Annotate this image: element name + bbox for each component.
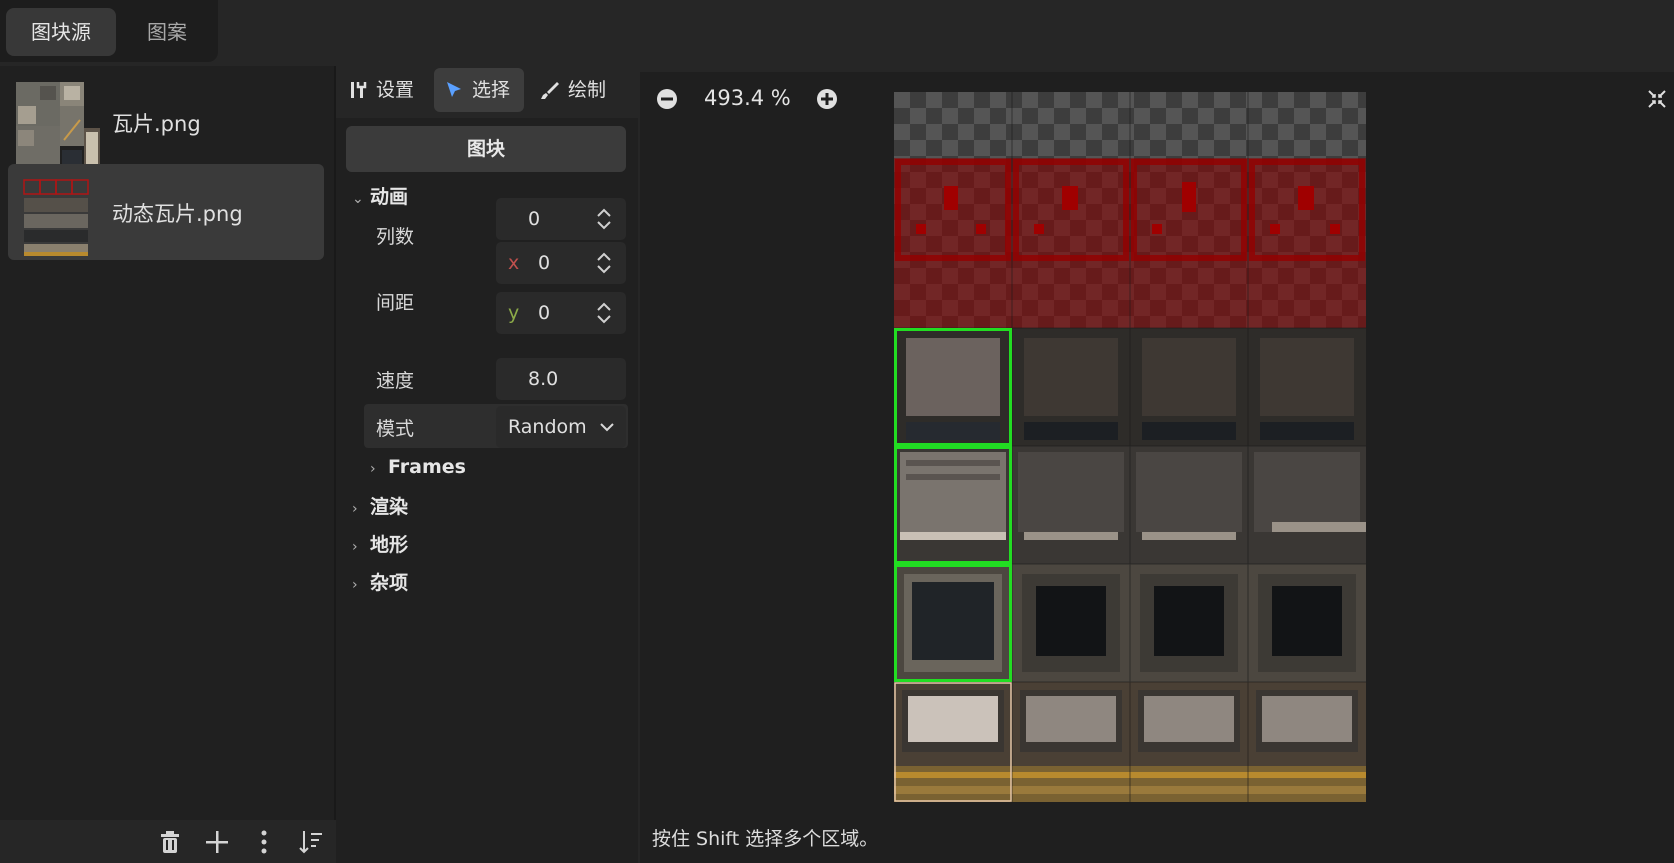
cursor-arrow-icon: [447, 82, 461, 97]
tab-tile-source[interactable]: 图块源: [6, 8, 116, 56]
spinner-arrows-icon[interactable]: [596, 208, 612, 230]
brush-icon: [541, 82, 559, 99]
columns-spinbox[interactable]: 0: [496, 198, 626, 240]
source-item-animated-tiles[interactable]: 动态瓦片.png: [8, 164, 324, 260]
tile-atlas-canvas[interactable]: 493.4 % 按住 Shift 选择多个区域。: [640, 72, 1674, 863]
setup-tool-button[interactable]: 设置: [346, 68, 422, 112]
spacing-y-value: 0: [538, 302, 551, 324]
tile-source-list: 瓦片.png 动态瓦片.png: [0, 66, 336, 820]
zoom-level: 493.4 %: [704, 86, 791, 110]
spacing-x-spinbox[interactable]: x 0: [496, 242, 626, 284]
animation-section-toggle[interactable]: ⌄ 动画: [352, 182, 408, 209]
tab-group: 图块源 图案: [0, 0, 218, 62]
zoom-in-icon[interactable]: [816, 88, 838, 110]
terrain-section-label: 地形: [370, 534, 409, 556]
setup-tool-label: 设置: [376, 79, 415, 101]
misc-section-label: 杂项: [370, 572, 409, 594]
tileset-image[interactable]: [894, 92, 1366, 802]
spacing-y-spinbox[interactable]: y 0: [496, 292, 626, 334]
axis-y-label: y: [508, 302, 520, 324]
chevron-right-icon: ›: [352, 577, 358, 593]
center-view-icon[interactable]: [1646, 88, 1668, 110]
zoom-out-icon[interactable]: [656, 88, 678, 110]
spinner-arrows-icon[interactable]: [596, 302, 612, 324]
tileset-thumbnail: [22, 174, 92, 258]
source-name: 瓦片.png: [112, 112, 201, 136]
spinner-arrows-icon[interactable]: [596, 252, 612, 274]
chevron-right-icon: ›: [370, 461, 376, 477]
frames-section-label: Frames: [388, 456, 466, 478]
speed-field[interactable]: 8.0: [496, 358, 626, 400]
frames-section-toggle[interactable]: › Frames: [370, 456, 466, 478]
chevron-down-icon: ⌄: [352, 191, 364, 207]
sort-icon[interactable]: [297, 828, 325, 856]
select-tool-button[interactable]: 选择: [434, 68, 524, 112]
status-hint: 按住 Shift 选择多个区域。: [652, 828, 879, 850]
speed-value: 8.0: [528, 368, 559, 390]
paint-tool-label: 绘制: [568, 79, 607, 101]
source-toolbar: [0, 820, 334, 863]
axis-x-label: x: [508, 252, 520, 274]
add-icon[interactable]: [203, 828, 231, 856]
trash-icon[interactable]: [156, 828, 184, 856]
mode-dropdown[interactable]: Random: [496, 406, 626, 448]
spacing-x-value: 0: [538, 252, 551, 274]
chevron-down-icon: [600, 423, 614, 432]
render-section-label: 渲染: [370, 496, 409, 518]
tileset-thumbnail: [12, 80, 100, 168]
paint-tool-button[interactable]: 绘制: [532, 68, 622, 112]
render-section-toggle[interactable]: › 渲染: [352, 492, 408, 519]
tile-header: 图块: [346, 126, 626, 172]
speed-label: 速度: [376, 370, 415, 392]
chevron-right-icon: ›: [352, 539, 358, 555]
top-tab-bar: 图块源 图案: [0, 0, 1674, 66]
select-tool-label: 选择: [472, 79, 511, 101]
chevron-right-icon: ›: [352, 501, 358, 517]
source-item-tiles[interactable]: 瓦片.png: [8, 74, 324, 170]
wrench-icon: [351, 82, 367, 98]
terrain-section-toggle[interactable]: › 地形: [352, 530, 408, 557]
columns-value: 0: [528, 208, 541, 230]
mode-label: 模式: [376, 418, 415, 440]
more-menu-icon[interactable]: [250, 828, 278, 856]
misc-section-toggle[interactable]: › 杂项: [352, 568, 408, 595]
columns-label: 列数: [376, 226, 415, 248]
source-name: 动态瓦片.png: [112, 202, 243, 226]
mode-value: Random: [508, 416, 587, 438]
animation-section-label: 动画: [370, 186, 409, 208]
spacing-label: 间距: [376, 292, 415, 314]
tab-pattern[interactable]: 图案: [120, 8, 214, 56]
inspector-panel: 图块 ⌄ 动画 列数 0 间距 x 0 y 0 速度 8.0 模式 Random …: [336, 118, 638, 863]
